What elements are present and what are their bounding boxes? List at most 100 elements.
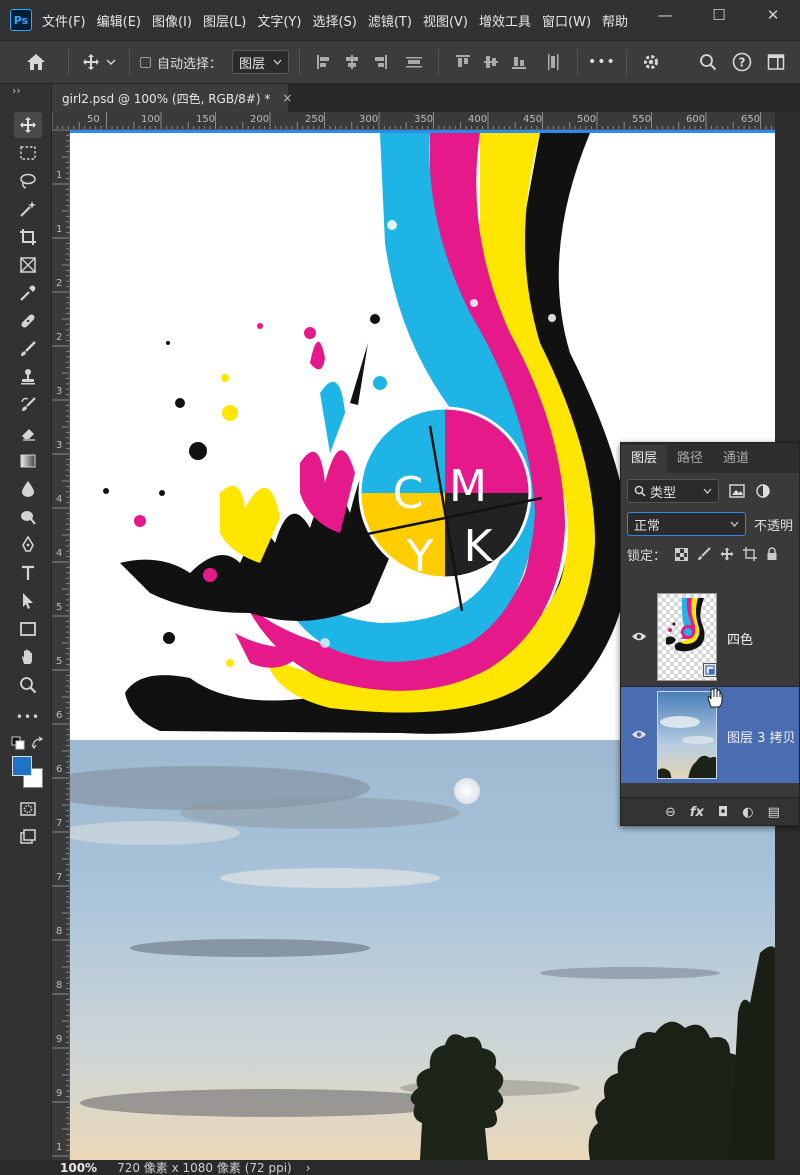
more-options-icon[interactable]: ••• [588, 54, 616, 70]
menu-plugins[interactable]: 增效工具 [479, 11, 531, 30]
menu-view[interactable]: 视图(V) [423, 11, 468, 30]
menu-edit[interactable]: 编辑(E) [97, 11, 141, 30]
add-mask-icon[interactable]: ◘ [718, 805, 728, 820]
edit-toolbar-icon[interactable]: ••• [14, 704, 42, 730]
lock-transparent-pixels-icon[interactable] [675, 547, 689, 561]
distribute-vertical-icon[interactable] [402, 50, 426, 74]
auto-select-target-dropdown[interactable]: 图层 [232, 50, 290, 74]
divider [129, 49, 130, 75]
vertical-ruler[interactable]: 1 1 2 2 3 3 4 4 5 5 6 6 7 7 8 8 9 9 1 [52, 130, 70, 1160]
adjustment-filter-icon[interactable] [755, 483, 771, 499]
chevron-right-icon[interactable]: › [306, 1161, 311, 1175]
tab-paths[interactable]: 路径 [667, 445, 713, 473]
blur-tool-icon[interactable] [14, 476, 42, 502]
menu-select[interactable]: 选择(S) [312, 11, 356, 30]
quick-mask-icon[interactable] [14, 796, 42, 822]
search-icon [634, 485, 646, 497]
align-center-h-icon[interactable] [340, 50, 364, 74]
lock-position-icon[interactable] [720, 547, 734, 561]
layer-row[interactable]: 四色 [621, 589, 799, 685]
ruler-label: 2 [56, 332, 63, 343]
move-tool-preset-icon[interactable] [79, 53, 119, 71]
tab-channels[interactable]: 通道 [713, 445, 759, 473]
screen-mode-icon[interactable] [14, 824, 42, 850]
blend-mode-dropdown[interactable]: 正常 [627, 512, 746, 536]
divider [68, 49, 69, 75]
pen-tool-icon[interactable] [14, 532, 42, 558]
healing-brush-tool-icon[interactable] [14, 308, 42, 334]
lock-artboard-icon[interactable] [743, 547, 758, 561]
history-brush-tool-icon[interactable] [14, 392, 42, 418]
foreground-color-swatch[interactable] [12, 756, 32, 776]
tab-layers[interactable]: 图层 [621, 445, 668, 473]
clone-stamp-tool-icon[interactable] [14, 364, 42, 390]
document-info: 720 像素 x 1080 像素 (72 ppi) [117, 1161, 292, 1175]
menu-file[interactable]: 文件(F) [42, 11, 86, 30]
restore-button[interactable]: ☐ [692, 0, 746, 30]
hand-cursor-icon [705, 687, 725, 712]
dodge-tool-icon[interactable] [14, 504, 42, 530]
new-group-icon[interactable]: ▤ [768, 805, 780, 820]
layer-name[interactable]: 图层 3 拷贝 [727, 727, 796, 746]
minimize-button[interactable]: — [638, 0, 692, 30]
brush-tool-icon[interactable] [14, 336, 42, 362]
lock-all-icon[interactable] [766, 547, 778, 561]
type-tool-icon[interactable] [14, 560, 42, 586]
menu-bar: Ps 文件(F) 编辑(E) 图像(I) 图层(L) 文字(Y) 选择(S) 滤… [0, 0, 800, 40]
gradient-tool-icon[interactable] [14, 448, 42, 474]
swap-colors-icon[interactable] [31, 736, 45, 753]
eyedropper-tool-icon[interactable] [14, 280, 42, 306]
eye-icon[interactable] [631, 729, 647, 741]
align-left-icon[interactable] [312, 50, 336, 74]
blend-mode-value: 正常 [634, 518, 661, 534]
lock-image-pixels-icon[interactable] [697, 547, 711, 561]
align-right-icon[interactable] [368, 50, 392, 74]
ruler-label: 500 [577, 114, 597, 125]
menu-help[interactable]: 帮助 [602, 11, 628, 30]
marquee-tool-icon[interactable] [14, 140, 42, 166]
crop-tool-icon[interactable] [14, 224, 42, 250]
zoom-level[interactable]: 100% [60, 1161, 97, 1175]
badge-letter-y: Y [406, 531, 434, 582]
auto-select-checkbox[interactable] [140, 56, 151, 68]
frame-tool-icon[interactable] [14, 252, 42, 278]
close-tab-icon[interactable]: × [282, 91, 292, 105]
menu-filter[interactable]: 滤镜(T) [368, 11, 412, 30]
zoom-tool-icon[interactable] [14, 672, 42, 698]
align-top-icon[interactable] [451, 50, 475, 74]
align-bottom-icon[interactable] [507, 50, 531, 74]
close-window-button[interactable]: ✕ [746, 0, 800, 30]
align-middle-v-icon[interactable] [479, 50, 503, 74]
help-icon[interactable]: ? [727, 52, 757, 72]
magic-wand-tool-icon[interactable] [14, 196, 42, 222]
menu-image[interactable]: 图像(I) [152, 11, 192, 30]
ruler-label: 600 [686, 114, 706, 125]
lasso-tool-icon[interactable] [14, 168, 42, 194]
document-tab[interactable]: girl2.psd @ 100% (四色, RGB/8#) * × [52, 84, 292, 112]
hand-tool-icon[interactable] [14, 644, 42, 670]
collapse-panel-icon[interactable]: ›› [12, 84, 21, 97]
path-selection-tool-icon[interactable] [14, 588, 42, 614]
ruler-label: 6 [56, 764, 63, 775]
menu-window[interactable]: 窗口(W) [542, 11, 591, 30]
layer-filter-dropdown[interactable]: 类型 [627, 479, 719, 503]
link-layers-icon[interactable]: ⊖ [665, 805, 676, 820]
ruler-label: 200 [250, 114, 270, 125]
layer-name[interactable]: 四色 [727, 629, 753, 648]
horizontal-ruler[interactable]: 50 100 150 200 250 300 350 400 450 500 5… [52, 112, 775, 130]
workspace-icon[interactable] [761, 53, 791, 71]
fx-icon[interactable]: fx [690, 805, 704, 820]
home-icon[interactable] [14, 53, 58, 71]
move-tool-icon[interactable] [14, 112, 42, 138]
image-filter-icon[interactable] [729, 484, 745, 498]
eraser-tool-icon[interactable] [14, 420, 42, 446]
gear-icon[interactable] [637, 53, 665, 71]
distribute-horizontal-icon[interactable] [541, 50, 565, 74]
default-colors-icon[interactable] [11, 736, 25, 753]
eye-icon[interactable] [631, 631, 647, 643]
menu-layer[interactable]: 图层(L) [203, 11, 246, 30]
rectangle-tool-icon[interactable] [14, 616, 42, 642]
search-icon[interactable] [693, 53, 723, 71]
menu-type[interactable]: 文字(Y) [257, 11, 301, 30]
adjustment-layer-icon[interactable]: ◐ [742, 805, 753, 820]
